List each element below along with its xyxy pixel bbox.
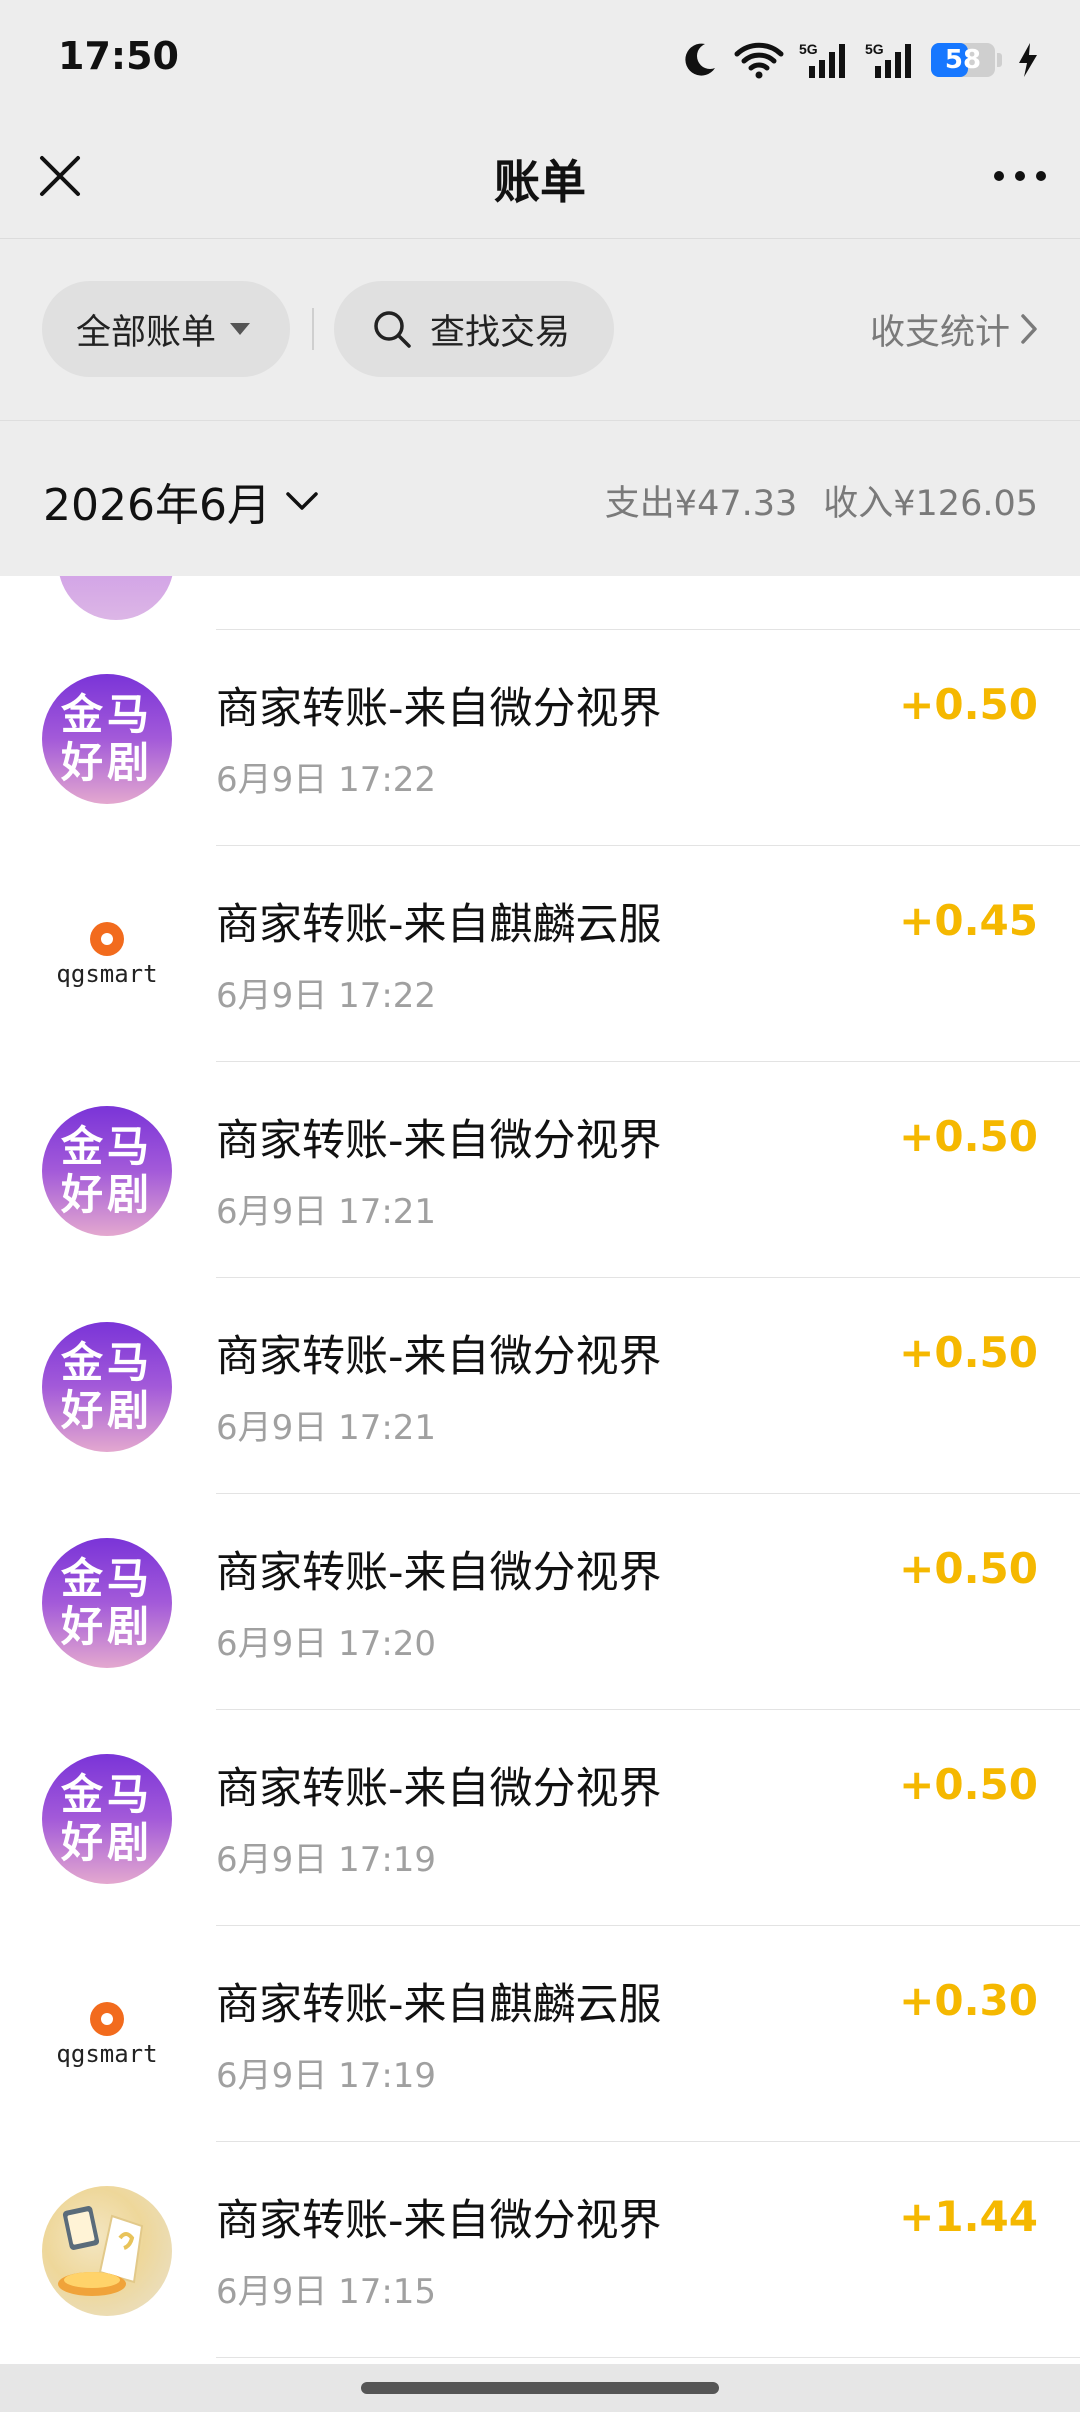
- transaction-title: 商家转账-来自微分视界: [216, 1332, 662, 1382]
- merchant-logo: qgsmart: [42, 890, 172, 1020]
- merchant-avatar: 金马 好剧: [42, 674, 172, 804]
- logo-text: qgsmart: [56, 2040, 158, 2068]
- transaction-row[interactable]: 金马 好剧 商家转账-来自微分视界 6月9日 17:19 +0.50: [0, 1710, 1080, 1926]
- status-icons: 5G 5G 58: [679, 30, 1040, 90]
- battery-percent: 58: [944, 45, 982, 75]
- month-summary-bar: 2026年6月 支出¥47.33 收入¥126.05: [0, 421, 1080, 576]
- more-icon: [994, 171, 1046, 181]
- merchant-avatar: 金马 好剧: [42, 1754, 172, 1884]
- avatar-text: 好剧: [60, 1602, 153, 1651]
- avatar-text: 金马: [60, 1770, 153, 1819]
- svg-text:5G: 5G: [865, 41, 884, 57]
- home-indicator[interactable]: [361, 2382, 719, 2394]
- avatar-text: 金马: [60, 1122, 153, 1171]
- filter-divider: [312, 308, 314, 350]
- merchant-avatar: [42, 2186, 172, 2316]
- svg-text:5G: 5G: [799, 41, 818, 57]
- transaction-time: 6月9日 17:22: [216, 760, 437, 800]
- expense-total: 支出¥47.33: [604, 484, 798, 524]
- transaction-title: 商家转账-来自麒麟云服: [216, 1980, 662, 2030]
- search-label: 查找交易: [430, 312, 571, 353]
- logo-text: qgsmart: [56, 960, 158, 988]
- avatar-text: 金马: [60, 690, 153, 739]
- transaction-amount: +0.50: [899, 680, 1038, 729]
- status-time: 17:50: [58, 34, 179, 78]
- transaction-amount: +0.50: [899, 1328, 1038, 1377]
- transaction-amount: +0.30: [899, 1976, 1038, 2025]
- avatar-text: 金马: [60, 1338, 153, 1387]
- income-total: 收入¥126.05: [823, 484, 1038, 524]
- transaction-title: 商家转账-来自微分视界: [216, 1116, 662, 1166]
- transaction-time: 6月9日 17:19: [216, 2056, 437, 2096]
- avatar-text: 好剧: [60, 1818, 153, 1867]
- transaction-amount: +0.50: [899, 1112, 1038, 1161]
- transaction-row[interactable]: 金马 好剧 商家转账-来自微分视界 6月9日 17:21 +0.50: [0, 1062, 1080, 1278]
- transaction-time: 6月9日 17:21: [216, 1192, 437, 1232]
- qgsmart-logo-icon: [90, 922, 124, 956]
- transaction-title: 商家转账-来自微分视界: [216, 1548, 662, 1598]
- navigation-bar: [0, 2364, 1080, 2412]
- transaction-row[interactable]: 金马 好剧 商家转账-来自微分视界 6月9日 17:22 +0.50: [0, 630, 1080, 846]
- signal-5g-icon: 5G: [865, 40, 917, 80]
- transaction-time: 6月9日 17:19: [216, 1840, 437, 1880]
- transaction-row[interactable]: 金马 好剧 商家转账-来自微分视界 6月9日 17:21 +0.50: [0, 1278, 1080, 1494]
- title-bar: 账单: [0, 120, 1080, 239]
- signal-5g-icon: 5G: [799, 40, 851, 80]
- page-title: 账单: [494, 155, 586, 209]
- chevron-down-icon: [286, 492, 318, 510]
- month-selector[interactable]: 2026年6月: [43, 469, 319, 533]
- chevron-right-icon: [1021, 314, 1037, 344]
- row-divider: [216, 2357, 1080, 2358]
- avatar: [58, 576, 174, 620]
- search-transaction-button[interactable]: 查找交易: [334, 281, 614, 377]
- wifi-icon: [733, 40, 785, 80]
- transaction-title: 商家转账-来自麒麟云服: [216, 900, 662, 950]
- dropdown-triangle-icon: [230, 323, 251, 335]
- merchant-avatar: 金马 好剧: [42, 1322, 172, 1452]
- search-icon: [374, 311, 411, 348]
- filter-bar: 全部账单 查找交易 收支统计: [0, 239, 1080, 421]
- transaction-list[interactable]: 金马 好剧 商家转账-来自微分视界 6月9日 17:22 +0.50 qgsmart 商家转…: [0, 576, 1080, 2364]
- transaction-amount: +0.45: [899, 896, 1038, 945]
- transaction-time: 6月9日 17:21: [216, 1408, 437, 1448]
- transaction-row[interactable]: 金马 好剧 商家转账-来自微分视界 6月9日 17:20 +0.50: [0, 1494, 1080, 1710]
- avatar-text: 好剧: [60, 1170, 153, 1219]
- battery-icon: 58: [931, 43, 1002, 77]
- transaction-title: 商家转账-来自微分视界: [216, 2196, 662, 2246]
- stats-label: 收支统计: [869, 312, 1010, 353]
- month-totals: 支出¥47.33 收入¥126.05: [605, 475, 1038, 526]
- merchant-logo: qgsmart: [42, 1970, 172, 2100]
- merchant-avatar: 金马 好剧: [42, 1538, 172, 1668]
- income-expense-stats-link[interactable]: 收支统计: [870, 301, 1038, 357]
- all-bills-dropdown[interactable]: 全部账单: [42, 281, 290, 377]
- transaction-title: 商家转账-来自微分视界: [216, 684, 662, 734]
- transaction-row[interactable]: 商家转账-来自微分视界 6月9日 17:15 +1.44: [0, 2142, 1080, 2358]
- transaction-time: 6月9日 17:22: [216, 976, 437, 1016]
- moon-icon: [679, 40, 719, 80]
- avatar-text: 金马: [60, 1554, 153, 1603]
- transaction-time: 6月9日 17:15: [216, 2272, 437, 2312]
- more-button[interactable]: [988, 146, 1052, 206]
- all-bills-label: 全部账单: [76, 312, 217, 353]
- illustration-icon: [58, 2206, 144, 2296]
- transaction-row[interactable]: qgsmart 商家转账-来自麒麟云服 6月9日 17:22 +0.45: [0, 846, 1080, 1062]
- transaction-time: 6月9日 17:20: [216, 1624, 437, 1664]
- transaction-amount: +1.44: [899, 2192, 1038, 2241]
- transaction-amount: +0.50: [899, 1760, 1038, 1809]
- transaction-title: 商家转账-来自微分视界: [216, 1764, 662, 1814]
- qgsmart-logo-icon: [90, 2002, 124, 2036]
- merchant-avatar: 金马 好剧: [42, 1106, 172, 1236]
- transaction-amount: +0.50: [899, 1544, 1038, 1593]
- avatar-text: 好剧: [60, 1386, 153, 1435]
- charging-icon: [1016, 41, 1040, 79]
- month-label: 2026年6月: [43, 480, 271, 531]
- transaction-row[interactable]: qgsmart 商家转账-来自麒麟云服 6月9日 17:19 +0.30: [0, 1926, 1080, 2142]
- avatar-text: 好剧: [60, 738, 153, 787]
- status-bar: 17:50 5G 5G 58: [0, 0, 1080, 120]
